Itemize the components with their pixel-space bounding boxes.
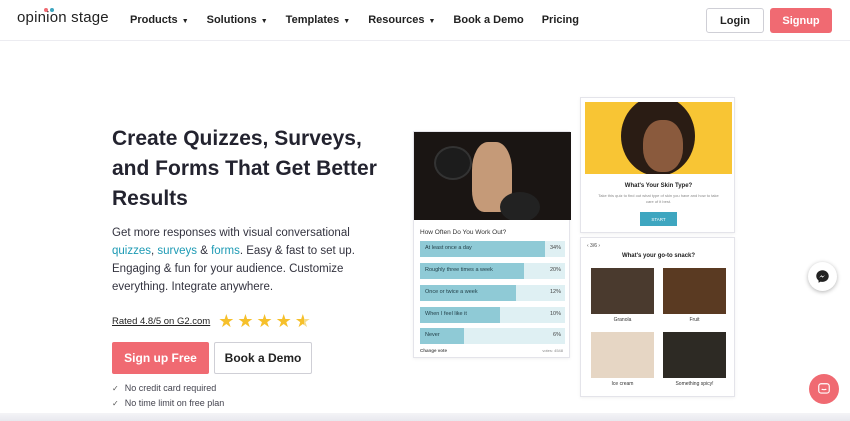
poll-option[interactable]: Roughly three times a week 20% [420,263,565,279]
nav-item-label: Templates [285,14,340,26]
half-star-icon: ★ [294,311,311,331]
face-shape [643,120,683,172]
surveys-link[interactable]: surveys [157,245,197,257]
star-icon: ★ [218,311,235,331]
nav-item-products[interactable]: Products ▼ [130,14,189,26]
nav-item-label: Products [130,14,178,26]
chevron-down-icon: ▼ [343,17,351,25]
poll-option-percent: 34% [549,245,561,251]
nav-item-solutions[interactable]: Solutions ▼ [207,14,268,26]
page: opinion stage Products ▼ Solutions ▼ Templ… [0,0,850,421]
star-icon: ★ [237,311,254,331]
logo-dot-icon [50,8,54,12]
nav-item-label: Resources [368,14,425,26]
snack-tile-image[interactable] [591,268,654,314]
poll-option-label: At least once a day [425,245,472,251]
snack-tile-image[interactable] [663,268,726,314]
poll-option-percent: 12% [549,289,561,295]
nav-item-label: Book a Demo [453,14,524,26]
poll-option[interactable]: When I feel like it 10% [420,307,565,323]
quiz-start-button[interactable]: START [640,212,677,226]
sign-up-free-button[interactable]: Sign up Free [112,342,209,374]
poll-option-percent: 6% [553,332,561,338]
desc-text: Get more responses with visual conversat… [112,227,350,239]
signup-button[interactable]: Signup [770,8,832,33]
snack-tile-image[interactable] [663,332,726,378]
check-item: ✓ No time limit on free plan [112,396,224,411]
nav-item-book-demo[interactable]: Book a Demo [453,14,523,26]
snack-card: ‹ 3/6 › What's your go-to snack? Granola… [580,237,735,397]
snack-tile-image[interactable] [591,332,654,378]
woman-portrait-image [585,102,732,174]
main-menu: Products ▼ Solutions ▼ Templates ▼ Resource… [130,14,597,26]
quiz-subtitle: Take this quiz to find out what type of … [598,193,719,204]
snack-title: What's your go-to snack? [621,253,696,259]
boxing-glove-shape [434,146,472,180]
poll-card: How Often Do You Work Out? At least once… [413,131,571,358]
snack-tile-label: Something spicy! [675,381,714,387]
nav-item-templates[interactable]: Templates ▼ [286,14,351,26]
quiz-card: What's Your Skin Type? Take this quiz to… [580,97,735,233]
check-item: ✓ No credit card required [112,381,224,396]
logo[interactable]: opinion stage [17,8,109,26]
chevron-down-icon: ▼ [428,17,436,25]
votes-count: votes: 4548 [542,348,563,353]
star-icon: ★ [275,311,292,331]
check-label: No time limit on free plan [124,398,225,408]
poll-option-percent: 20% [549,267,561,273]
change-vote-link[interactable]: Change vote [420,348,447,353]
book-demo-button[interactable]: Book a Demo [214,342,312,374]
poll-option-label: Roughly three times a week [425,267,493,273]
pagination-nav[interactable]: ‹ 3/6 › [587,243,600,249]
rating: Rated 4.8/5 on G2.com ★ ★ ★ ★ ★ [112,312,311,330]
nav-item-resources[interactable]: Resources ▼ [368,14,435,26]
poll-option-label: When I feel like it [425,311,467,317]
check-icon: ✓ [112,399,119,408]
poll-option[interactable]: Never 6% [420,328,565,344]
poll-option-percent: 10% [549,311,561,317]
hero-title: Create Quizzes, Surveys, and Forms That … [112,127,377,210]
check-label: No credit card required [124,383,217,393]
logo-text: opinion stage [17,9,109,26]
snack-tile-label: Granola [613,317,632,323]
nav-item-label: Pricing [541,14,579,26]
check-icon: ✓ [112,384,119,393]
feature-checks: ✓ No credit card required ✓ No time limit … [112,381,224,411]
logo-dot-icon [44,8,48,12]
boxing-glove-shape [500,192,540,220]
quizzes-link[interactable]: quizzes [112,245,151,257]
chat-icon[interactable] [809,374,839,404]
boxer-image [414,132,571,220]
star-icon: ★ [256,311,273,331]
login-button[interactable]: Login [706,8,764,33]
rating-stars: ★ ★ ★ ★ ★ [218,312,311,330]
nav-item-pricing[interactable]: Pricing [542,14,579,26]
poll-option-label: Never [425,332,440,338]
chevron-down-icon: ▼ [260,17,268,25]
page-bottom-edge [0,413,850,421]
top-nav: opinion stage Products ▼ Solutions ▼ Templ… [0,0,850,41]
poll-option[interactable]: At least once a day 34% [420,241,565,257]
messenger-icon[interactable] [808,262,837,291]
hero-description: Get more responses with visual conversat… [112,224,362,296]
chevron-down-icon: ▼ [181,17,189,25]
forms-link[interactable]: forms [211,245,240,257]
poll-option[interactable]: Once or twice a week 12% [420,285,565,301]
poll-question: How Often Do You Work Out? [420,229,507,236]
g2-rating-link[interactable]: Rated 4.8/5 on G2.com [112,316,210,327]
snack-tile-label: Ice cream [611,381,634,387]
quiz-title: What's Your Skin Type? [624,183,693,189]
desc-text: & [197,245,212,257]
poll-option-label: Once or twice a week [425,289,478,295]
snack-tile-label: Fruit [689,317,700,323]
nav-item-label: Solutions [206,14,257,26]
